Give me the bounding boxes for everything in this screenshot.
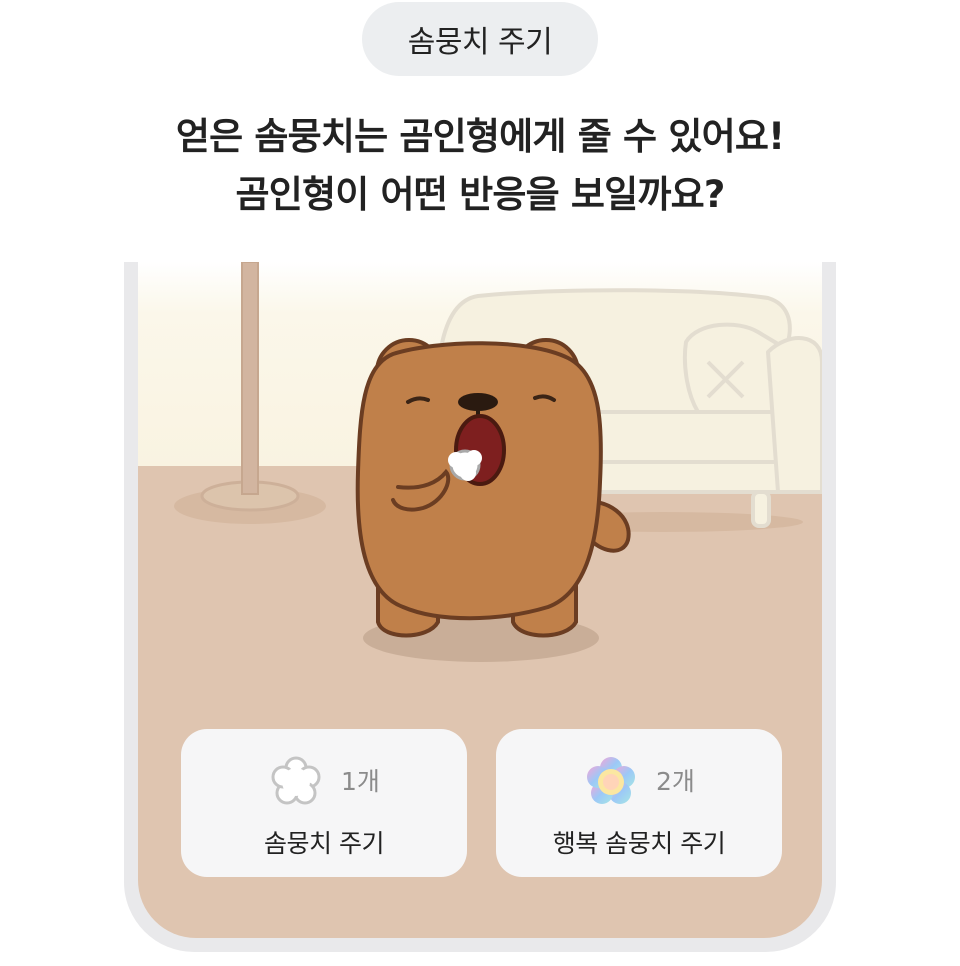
give-happy-cotton-label: 행복 솜뭉치 주기: [552, 829, 726, 858]
happy-cotton-count: 2개: [656, 767, 695, 796]
give-cotton-button[interactable]: 1개 솜뭉치 주기: [181, 729, 467, 877]
give-cotton-label: 솜뭉치 주기: [264, 829, 384, 858]
cotton-count: 1개: [341, 767, 380, 796]
headline-line-2: 곰인형이 어떤 반응을 보일까요?: [235, 173, 725, 216]
section-tag-label: 솜뭉치 주기: [407, 25, 553, 60]
section-tag: 솜뭉치 주기: [362, 2, 598, 76]
headline: 얻은 솜뭉치는 곰인형에게 줄 수 있어요! 곰인형이 어떤 반응을 보일까요?: [0, 108, 960, 224]
cotton-ball-icon: [271, 756, 321, 805]
give-happy-cotton-button[interactable]: 2개 행복 솜뭉치 주기: [496, 729, 782, 877]
rainbow-cotton-ball-icon: [587, 757, 635, 804]
headline-line-1: 얻은 솜뭉치는 곰인형에게 줄 수 있어요!: [175, 115, 785, 158]
